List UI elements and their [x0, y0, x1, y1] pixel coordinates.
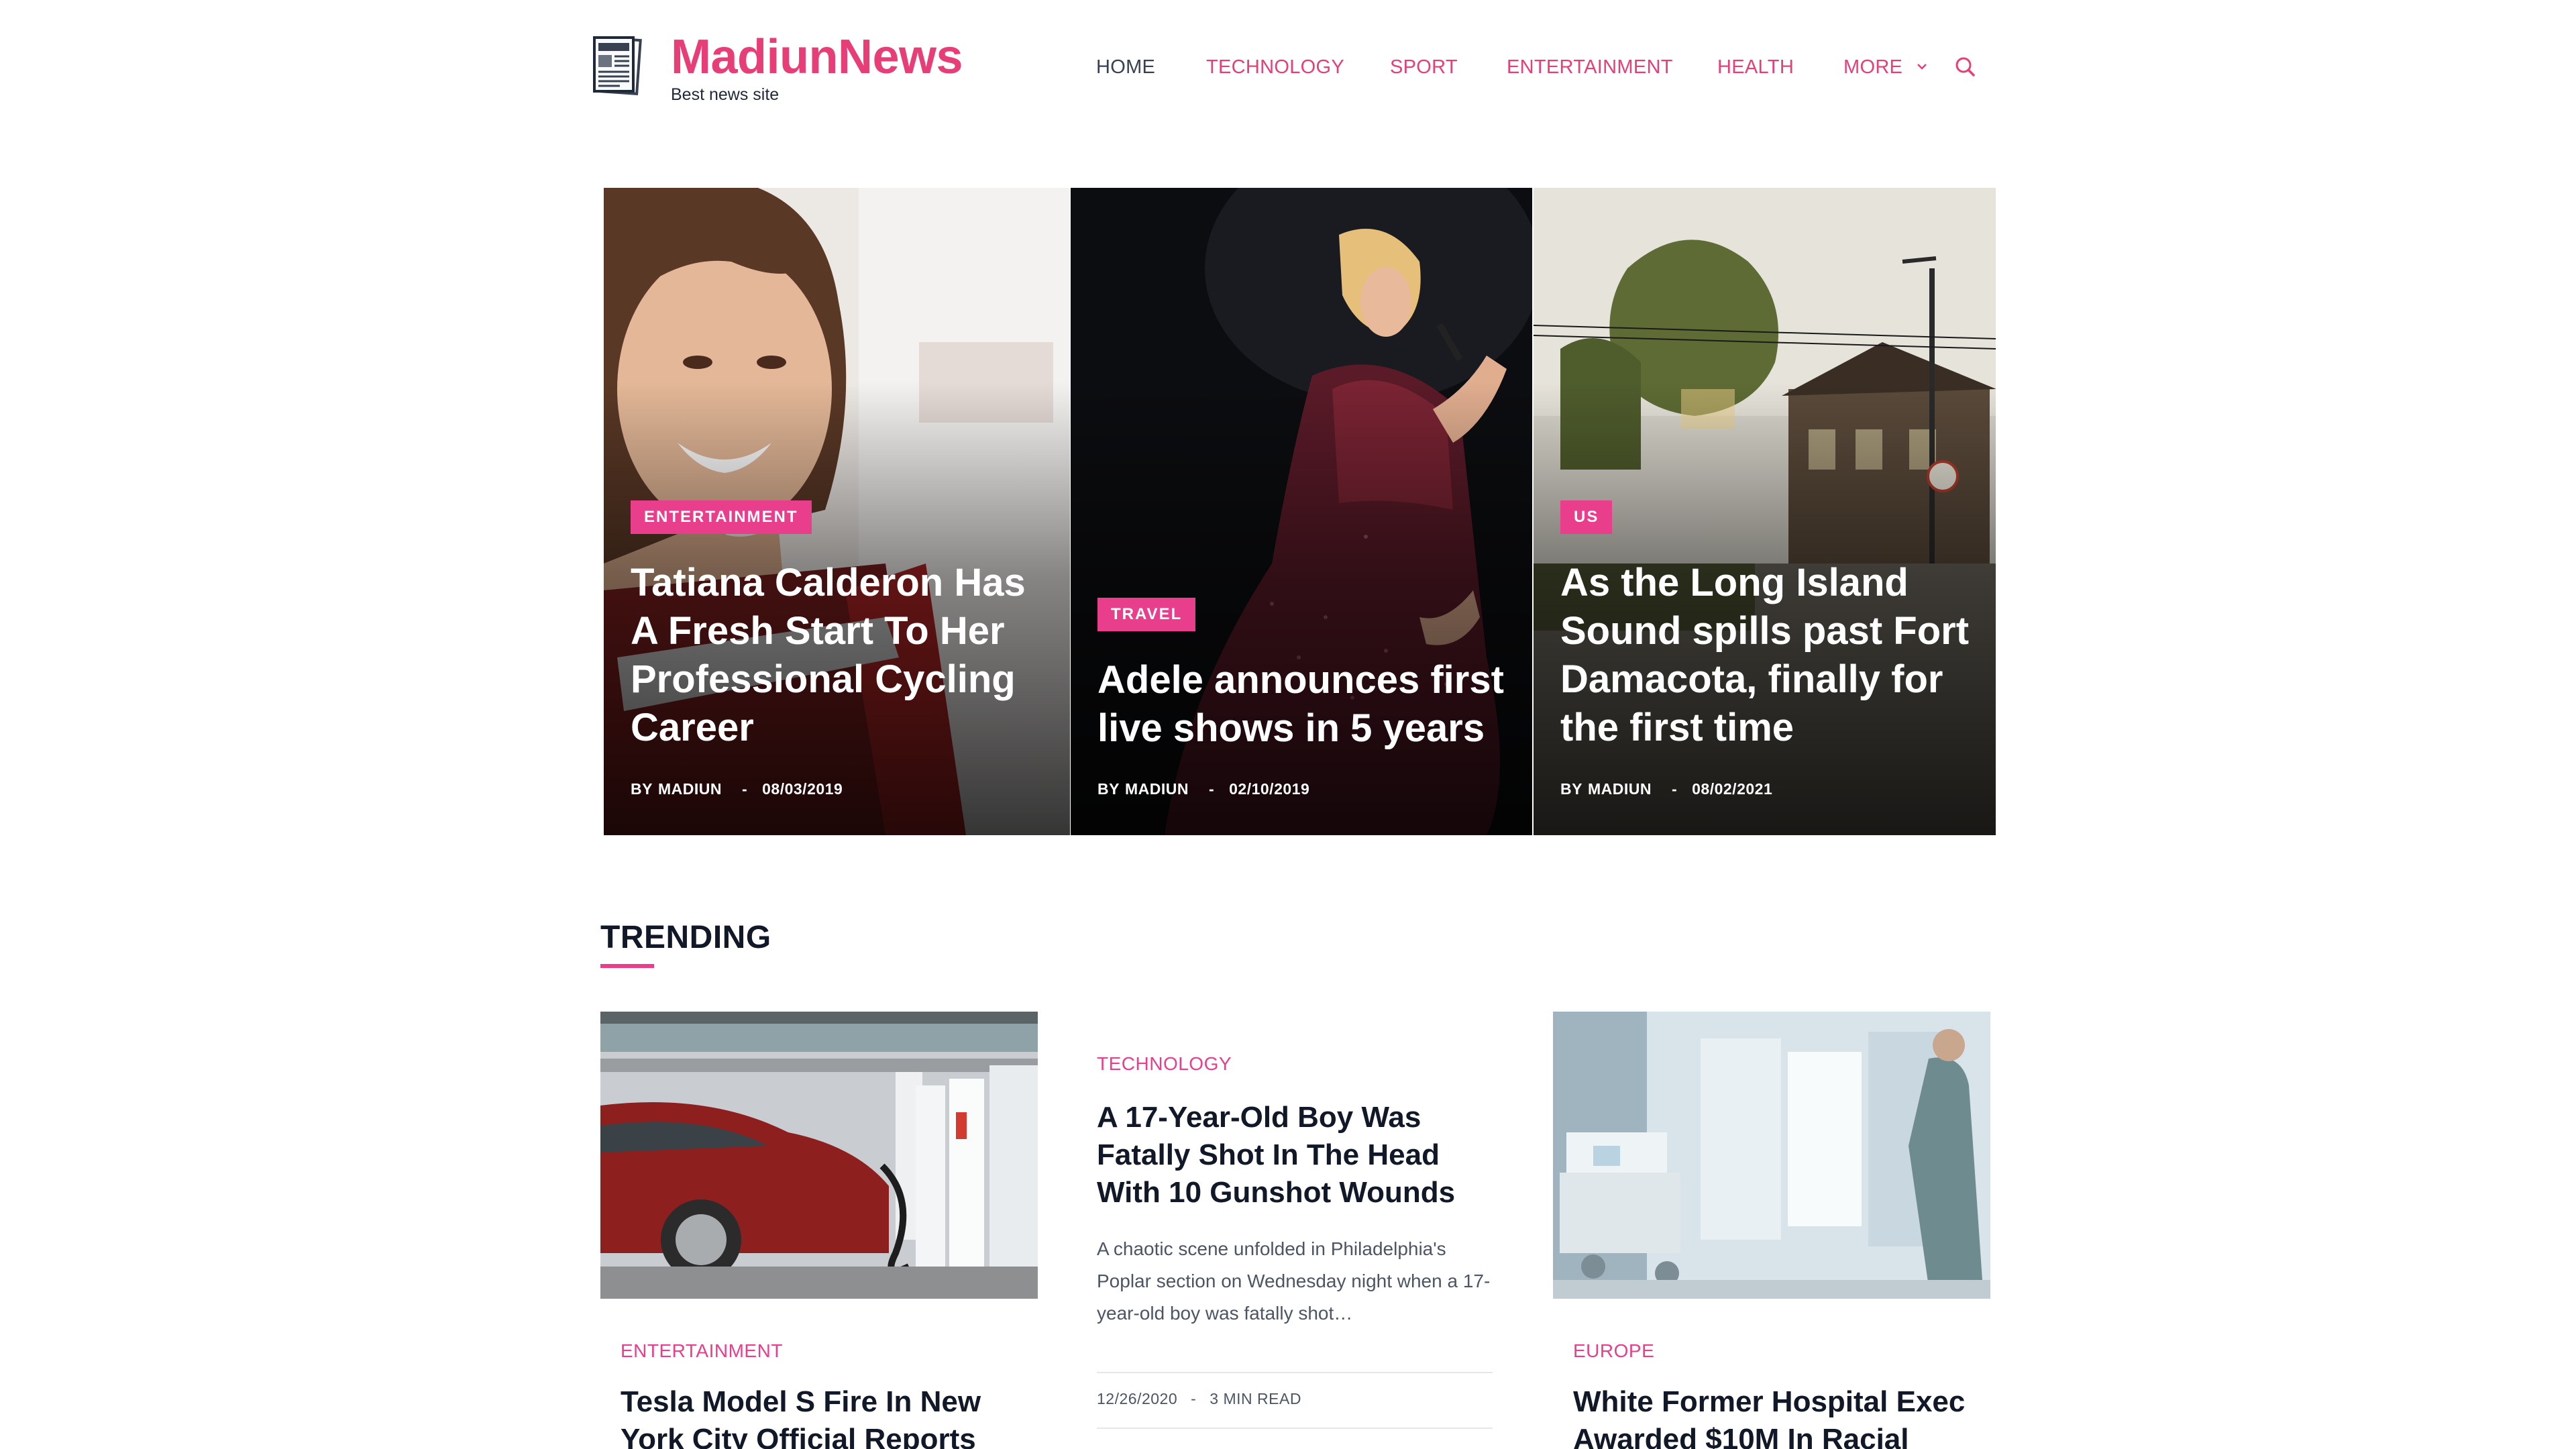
hero-title[interactable]: As the Long Island Sound spills past For… — [1560, 559, 1976, 752]
card-read-time: 3 MIN READ — [1210, 1390, 1301, 1407]
nav-item-technology[interactable]: TECHNOLOGY — [1206, 54, 1344, 80]
card-meta: 12/26/2020-3 MIN READ — [1097, 1390, 1301, 1408]
hero-title[interactable]: Tatiana Calderon Has A Fresh Start To He… — [631, 559, 1050, 752]
hero-category-tag[interactable]: ENTERTAINMENT — [631, 500, 812, 534]
main-nav: HOME TECHNOLOGY SPORT ENTERTAINMENT HEAL… — [0, 54, 2576, 80]
card-category[interactable]: TECHNOLOGY — [1097, 1053, 1232, 1075]
meta-separator: - — [1671, 780, 1678, 798]
card-category[interactable]: EUROPE — [1573, 1340, 1654, 1362]
chevron-down-icon[interactable] — [1912, 56, 1932, 76]
site-header: MadiunNews Best news site HOME TECHNOLOG… — [0, 0, 2576, 141]
hero-author[interactable]: MADIUN — [658, 780, 722, 798]
hero-date: 02/10/2019 — [1229, 780, 1310, 798]
hero-date: 08/02/2021 — [1692, 780, 1773, 798]
hero-author[interactable]: MADIUN — [1588, 780, 1652, 798]
hero-meta: BY MADIUN -08/02/2021 — [1560, 780, 1778, 798]
hero-author[interactable]: MADIUN — [1125, 780, 1189, 798]
nav-item-more[interactable]: MORE — [1843, 54, 1902, 80]
section-underline — [600, 964, 654, 968]
meta-separator: - — [1191, 1390, 1197, 1407]
hero-card[interactable]: ENTERTAINMENT Tatiana Calderon Has A Fre… — [604, 188, 1070, 835]
card-title[interactable]: Tesla Model S Fire In New York City Offi… — [621, 1383, 1023, 1449]
hero-category-tag[interactable]: US — [1560, 500, 1613, 534]
card-category[interactable]: ENTERTAINMENT — [621, 1340, 783, 1362]
hero-meta: BY MADIUN -08/03/2019 — [631, 780, 848, 798]
hero-meta: BY MADIUN -02/10/2019 — [1097, 780, 1315, 798]
nav-item-home[interactable]: HOME — [1096, 54, 1155, 80]
card-divider — [1097, 1428, 1493, 1429]
hero-by-label: BY — [1097, 780, 1120, 798]
section-title: TRENDING — [600, 920, 771, 955]
hero-card[interactable]: US As the Long Island Sound spills past … — [1534, 188, 1996, 835]
meta-separator: - — [1208, 780, 1215, 798]
search-icon[interactable] — [1952, 54, 1979, 80]
hero-category-tag[interactable]: TRAVEL — [1097, 598, 1196, 631]
hero-by-label: BY — [631, 780, 653, 798]
nav-item-sport[interactable]: SPORT — [1390, 54, 1458, 80]
card-title[interactable]: White Former Hospital Exec Awarded $10M … — [1573, 1383, 1976, 1449]
trending-image-tesla[interactable] — [600, 1012, 1038, 1299]
nav-item-health[interactable]: HEALTH — [1717, 54, 1794, 80]
nav-item-entertainment[interactable]: ENTERTAINMENT — [1507, 54, 1673, 80]
hero-by-label: BY — [1560, 780, 1582, 798]
hero-date: 08/03/2019 — [762, 780, 843, 798]
hero-title[interactable]: Adele announces first live shows in 5 ye… — [1097, 656, 1512, 753]
trending-image-hospital[interactable] — [1553, 1012, 1990, 1299]
card-title[interactable]: A 17-Year-Old Boy Was Fatally Shot In Th… — [1097, 1099, 1499, 1212]
card-date: 12/26/2020 — [1097, 1390, 1178, 1407]
card-divider — [1097, 1372, 1493, 1373]
site-tagline: Best news site — [671, 85, 780, 104]
card-excerpt: A chaotic scene unfolded in Philadelphia… — [1097, 1238, 1491, 1324]
hero-card[interactable]: TRAVEL Adele announces first live shows … — [1071, 188, 1532, 835]
meta-separator: - — [741, 780, 748, 798]
